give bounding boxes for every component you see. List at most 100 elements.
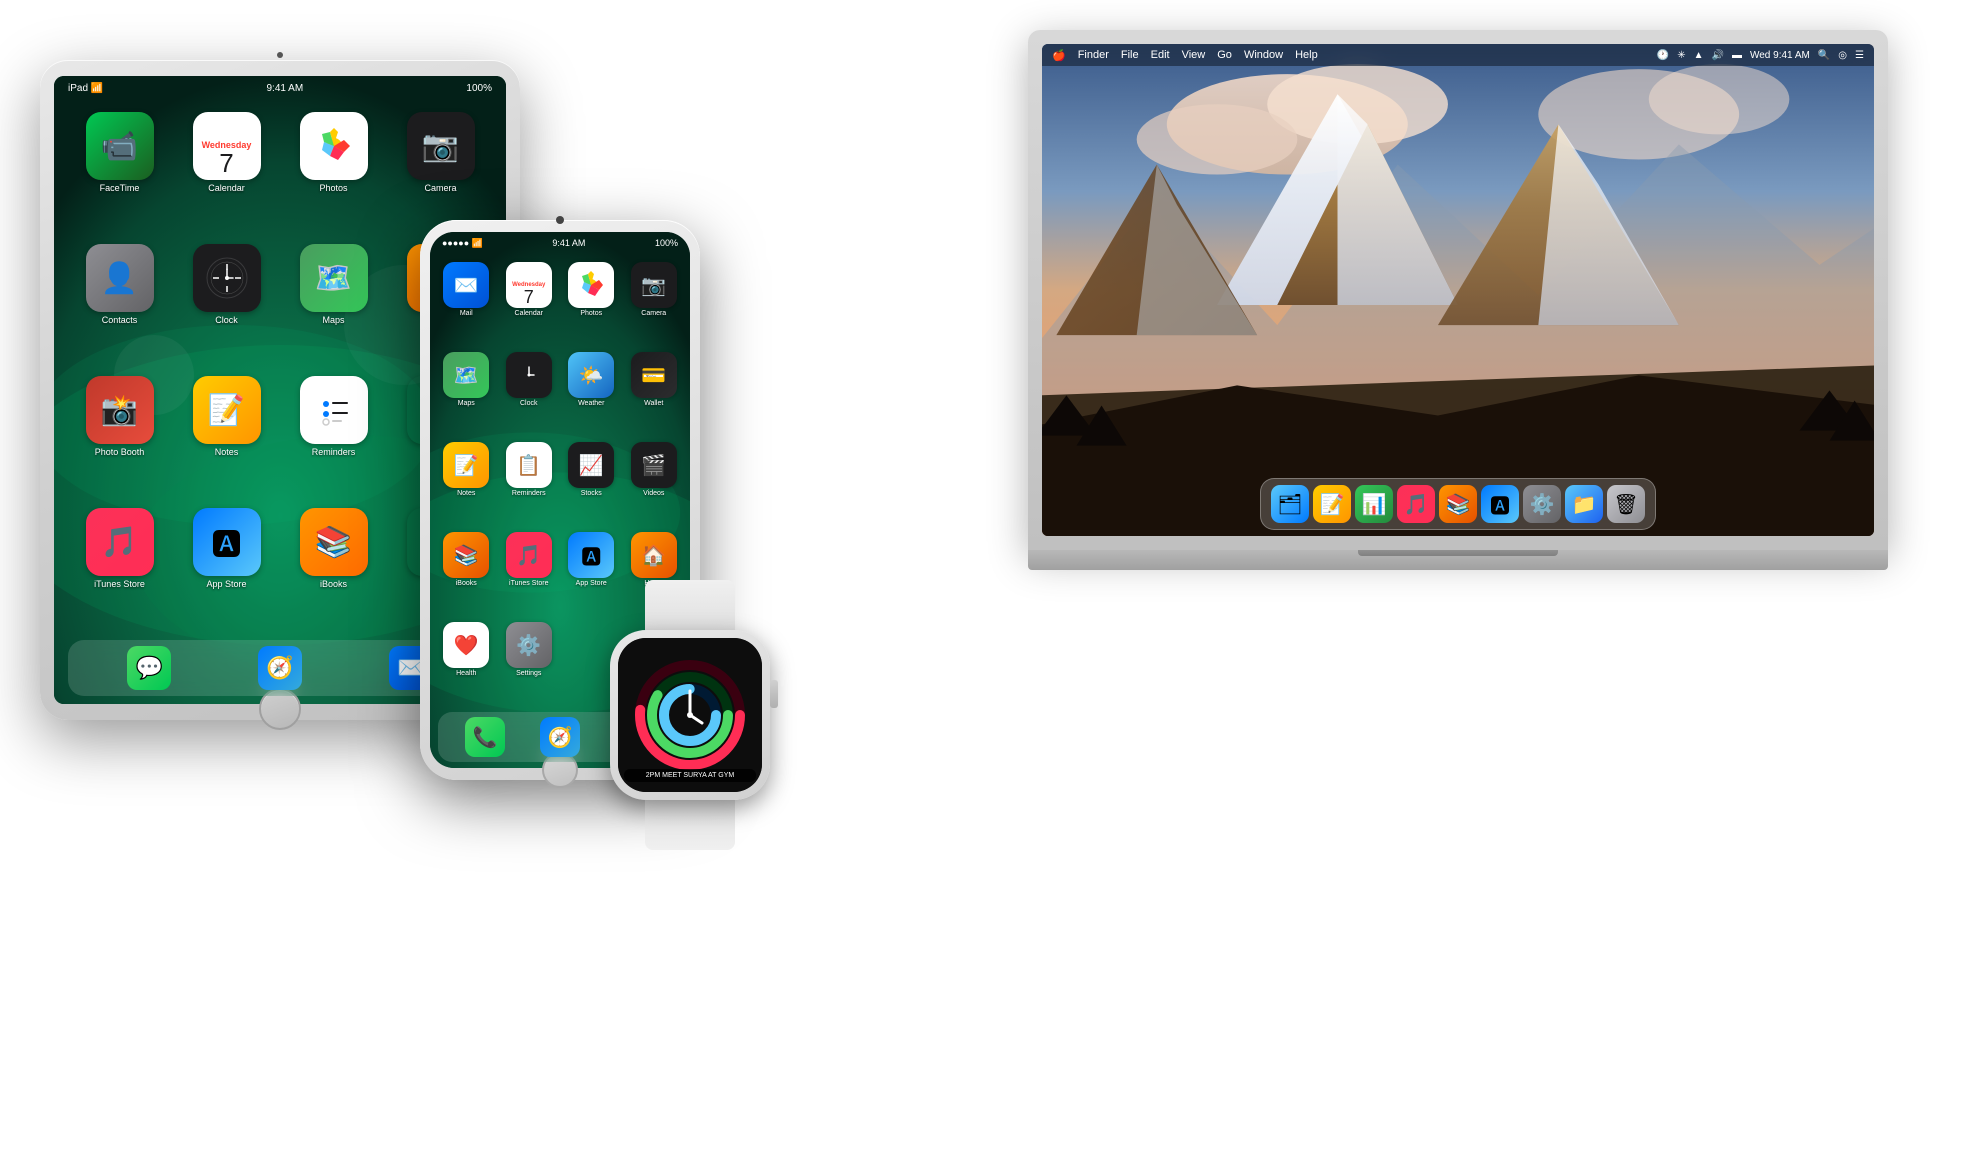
ipad-app-ibooks[interactable]: 📚 iBooks xyxy=(284,508,383,632)
dock-ibooks[interactable]: 📚 xyxy=(1439,485,1477,523)
ipad-contacts-label: Contacts xyxy=(102,315,138,325)
iphone-app-reminders[interactable]: 📋 Reminders xyxy=(501,442,558,526)
ipad-app-notes[interactable]: 📝 Notes xyxy=(177,376,276,500)
ipad-itunes-label: iTunes Store xyxy=(94,579,145,589)
ipad-app-clock[interactable]: Clock xyxy=(177,244,276,368)
ipad-time: 9:41 AM xyxy=(266,83,303,94)
iphone-photos-label: Photos xyxy=(580,310,602,317)
iphone-app-calendar[interactable]: Wednesday 7 Calendar xyxy=(501,262,558,346)
ipad-dock-safari[interactable]: 🧭 xyxy=(258,646,302,690)
control-center-icon[interactable]: ☰ xyxy=(1855,50,1864,61)
ipad-battery: 100% xyxy=(466,83,492,94)
iphone-appstore-icon: 🅰 xyxy=(568,532,614,578)
ipad-app-appstore[interactable]: 🅰 App Store xyxy=(177,508,276,632)
ipad-app-contacts[interactable]: 👤 Contacts xyxy=(70,244,169,368)
iphone-clock-label: Clock xyxy=(520,400,538,407)
iphone-wallet-icon: 💳 xyxy=(631,352,677,398)
window-menu[interactable]: Window xyxy=(1244,49,1283,61)
iphone-app-itunes[interactable]: 🎵 iTunes Store xyxy=(501,532,558,616)
iphone-health-icon: ❤️ xyxy=(443,622,489,668)
iphone-app-photos[interactable]: Photos xyxy=(563,262,620,346)
iphone-time: 9:41 AM xyxy=(552,238,585,248)
wifi-icon: ▲ xyxy=(1694,50,1704,61)
watch-crown[interactable] xyxy=(770,680,778,708)
scene: 🍎 Finder File Edit View Go Window Help 🕐… xyxy=(0,0,1968,1156)
iphone-app-camera[interactable]: 📷 Camera xyxy=(626,262,683,346)
iphone-settings-label: Settings xyxy=(516,670,541,677)
iphone-stocks-label: Stocks xyxy=(581,490,602,497)
iphone-clock-icon xyxy=(506,352,552,398)
macbook-base xyxy=(1028,550,1888,570)
iphone-calendar-label: Calendar xyxy=(515,310,543,317)
iphone-dock-phone[interactable]: 📞 xyxy=(465,717,505,757)
ipad-dock-messages[interactable]: 💬 xyxy=(127,646,171,690)
iphone-itunes-label: iTunes Store xyxy=(509,580,548,587)
macbook-screen: 🍎 Finder File Edit View Go Window Help 🕐… xyxy=(1042,44,1874,536)
dock-itunes[interactable]: 🎵 xyxy=(1397,485,1435,523)
iphone-carrier: ●●●●● 📶 xyxy=(442,238,483,249)
iphone-notes-label: Notes xyxy=(457,490,475,497)
iphone-app-settings[interactable]: ⚙️ Settings xyxy=(501,622,558,706)
dock-finder[interactable]: 🗂 xyxy=(1271,485,1309,523)
iphone-app-notes[interactable]: 📝 Notes xyxy=(438,442,495,526)
iphone-dock-safari[interactable]: 🧭 xyxy=(540,717,580,757)
ipad-app-calendar[interactable]: Wednesday 7 Calendar xyxy=(177,112,276,236)
ipad-app-camera[interactable]: 📷 Camera xyxy=(391,112,490,236)
ipad-statusbar: iPad 📶 9:41 AM 100% xyxy=(54,76,506,100)
view-menu[interactable]: View xyxy=(1182,49,1206,61)
ipad-ibooks-label: iBooks xyxy=(320,579,347,589)
iphone-app-wallet[interactable]: 💳 Wallet xyxy=(626,352,683,436)
iphone-videos-label: Videos xyxy=(643,490,664,497)
ipad-photos-icon xyxy=(300,112,368,180)
iphone-mail-label: Mail xyxy=(460,310,473,317)
siri-icon[interactable]: ◎ xyxy=(1838,50,1847,61)
ipad-camera-label: Camera xyxy=(424,183,456,193)
dock-trash[interactable]: 🗑 xyxy=(1607,485,1645,523)
ipad-photobooth-label: Photo Booth xyxy=(95,447,145,457)
dock-system-preferences[interactable]: ⚙️ xyxy=(1523,485,1561,523)
dock-folder[interactable]: 📁 xyxy=(1565,485,1603,523)
ipad-app-photobooth[interactable]: 📸 Photo Booth xyxy=(70,376,169,500)
edit-menu[interactable]: Edit xyxy=(1151,49,1170,61)
ipad-appstore-icon: 🅰 xyxy=(193,508,261,576)
time-icon: 🕐 xyxy=(1657,50,1669,61)
menubar-left: 🍎 Finder File Edit View Go Window Help xyxy=(1052,49,1318,62)
apple-menu[interactable]: 🍎 xyxy=(1052,49,1066,62)
iphone-home-icon: 🏠 xyxy=(631,532,677,578)
spotlight-icon[interactable]: 🔍 xyxy=(1818,50,1830,61)
iphone-app-weather[interactable]: 🌤️ Weather xyxy=(563,352,620,436)
iphone-app-clock[interactable]: Clock xyxy=(501,352,558,436)
iphone-app-health[interactable]: ❤️ Health xyxy=(438,622,495,706)
finder-menu[interactable]: Finder xyxy=(1078,49,1109,61)
ipad-maps-icon: 🗺️ xyxy=(300,244,368,312)
watch-body: 2PM MEET SURYA AT GYM xyxy=(610,630,770,800)
iphone-battery: 100% xyxy=(655,238,678,248)
ipad-photos-label: Photos xyxy=(319,183,347,193)
iphone-settings-icon: ⚙️ xyxy=(506,622,552,668)
ipad-reminders-label: Reminders xyxy=(312,447,356,457)
ipad-app-facetime[interactable]: 📹 FaceTime xyxy=(70,112,169,236)
dock-notes[interactable]: 📝 xyxy=(1313,485,1351,523)
dock-numbers[interactable]: 📊 xyxy=(1355,485,1393,523)
ipad-facetime-label: FaceTime xyxy=(100,183,140,193)
ipad-app-maps[interactable]: 🗺️ Maps xyxy=(284,244,383,368)
iphone-app-ibooks[interactable]: 📚 iBooks xyxy=(438,532,495,616)
watch-screen: 2PM MEET SURYA AT GYM xyxy=(618,638,762,792)
iphone-app-mail[interactable]: ✉️ Mail xyxy=(438,262,495,346)
go-menu[interactable]: Go xyxy=(1217,49,1232,61)
file-menu[interactable]: File xyxy=(1121,49,1139,61)
help-menu[interactable]: Help xyxy=(1295,49,1318,61)
ipad-notes-label: Notes xyxy=(215,447,239,457)
dock-appstore[interactable]: 🅰 xyxy=(1481,485,1519,523)
macbook-hinge xyxy=(1358,550,1558,556)
iphone-app-stocks[interactable]: 📈 Stocks xyxy=(563,442,620,526)
iphone-app-videos[interactable]: 🎬 Videos xyxy=(626,442,683,526)
iphone-app-maps[interactable]: 🗺️ Maps xyxy=(438,352,495,436)
ipad-app-reminders[interactable]: Reminders xyxy=(284,376,383,500)
battery-menubar: ▬ xyxy=(1732,50,1742,61)
iphone-ibooks-label: iBooks xyxy=(456,580,477,587)
volume-icon: 🔊 xyxy=(1712,50,1724,61)
ipad-app-itunes[interactable]: 🎵 iTunes Store xyxy=(70,508,169,632)
iphone-itunes-icon: 🎵 xyxy=(506,532,552,578)
ipad-app-photos[interactable]: Photos xyxy=(284,112,383,236)
